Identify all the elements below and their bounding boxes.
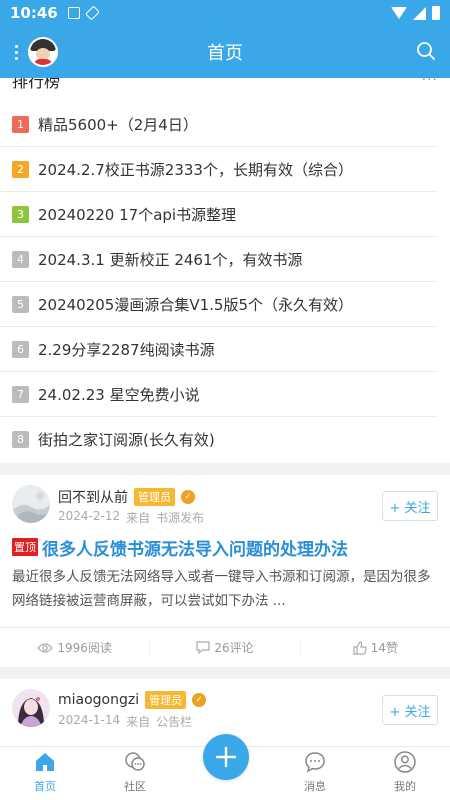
signal-icon <box>413 6 426 20</box>
rank-item[interactable]: 3 20240220 17个api书源整理 <box>0 192 438 237</box>
rank-title: 街拍之家订阅源(长久有效) <box>38 431 215 449</box>
rank-number: 1 <box>12 115 29 133</box>
rank-item[interactable]: 8 街拍之家订阅源(长久有效) <box>0 417 438 462</box>
feed-content[interactable]: 排行榜 ··· 1 精品5600+（2月4日） 2 2024.2.7校正书源23… <box>0 78 450 746</box>
rank-header: 排行榜 <box>12 78 61 91</box>
post-title[interactable]: 置顶 很多人反馈书源无法导入问题的处理办法 <box>0 533 450 561</box>
rank-number: 8 <box>12 431 29 448</box>
rank-item[interactable]: 1 精品5600+（2月4日） <box>0 102 438 147</box>
search-icon[interactable] <box>416 41 436 61</box>
section-divider <box>0 463 450 475</box>
post-title-text: 很多人反馈书源无法导入问题的处理办法 <box>42 539 348 560</box>
post-source-prefix: 来自 <box>126 511 151 525</box>
rank-title: 2024.2.7校正书源2333个，长期有效（综合） <box>38 160 353 179</box>
rank-title: 20240205漫画源合集V1.5版5个（永久有效） <box>38 295 354 314</box>
page-title: 首页 <box>207 43 243 64</box>
author-avatar[interactable] <box>12 689 50 727</box>
rank-more-icon[interactable]: ··· <box>422 78 438 88</box>
rank-number: 7 <box>12 385 29 403</box>
post-source-prefix: 来自 <box>126 715 151 729</box>
post-card[interactable]: 回不到从前 管理员 ✓ 2024-2-12 来自 书源发布 + 关注 置顶 很多… <box>0 475 450 667</box>
rank-title: 24.02.23 星空免费小说 <box>38 385 200 404</box>
rank-number: 6 <box>12 340 29 358</box>
rank-item[interactable]: 7 24.02.23 星空免费小说 <box>0 372 438 417</box>
follow-button[interactable]: + 关注 <box>382 695 438 725</box>
post-actions: 1996阅读 26评论 14赞 <box>0 627 450 667</box>
rank-title: 精品5600+（2月4日） <box>38 115 198 134</box>
author-name[interactable]: 回不到从前 <box>58 487 128 507</box>
rank-title: 20240220 17个api书源整理 <box>38 205 237 224</box>
comment-button[interactable]: 26评论 <box>150 639 299 656</box>
profile-icon <box>394 751 416 773</box>
rank-number: 4 <box>12 250 29 268</box>
tab-community[interactable]: 社区 <box>90 747 180 800</box>
rank-item[interactable]: 4 2024.3.1 更新校正 2461个，有效书源 <box>0 237 438 282</box>
post-excerpt[interactable]: 最近很多人反馈无法网络导入或者一键导入书源和订阅源，是因为很多网络链接被运营商屏… <box>0 561 450 617</box>
battery-icon <box>432 6 440 20</box>
author-avatar[interactable] <box>12 485 50 523</box>
section-divider <box>0 667 450 679</box>
admin-badge: 管理员 <box>134 488 175 506</box>
wifi-icon <box>391 7 407 19</box>
message-icon <box>305 752 325 773</box>
post-date: 2024-1-14 <box>58 713 121 727</box>
author-name[interactable]: miaogongzi <box>58 692 139 708</box>
verified-icon: ✓ <box>181 490 195 504</box>
plus-icon <box>215 746 237 768</box>
rank-title: 2024.3.1 更新校正 2461个，有效书源 <box>38 250 303 269</box>
notification-tag-icon <box>84 5 100 21</box>
rank-item[interactable]: 6 2.29分享2287纯阅读书源 <box>0 327 438 372</box>
follow-button[interactable]: + 关注 <box>382 491 438 521</box>
rank-number: 2 <box>12 160 29 178</box>
publish-button[interactable] <box>203 734 249 780</box>
eye-icon <box>37 642 54 653</box>
status-bar: 10:46 <box>0 0 450 26</box>
tab-profile[interactable]: 我的 <box>360 747 450 800</box>
rank-item[interactable]: 2 2024.2.7校正书源2333个，长期有效（综合） <box>0 147 438 192</box>
rank-title: 2.29分享2287纯阅读书源 <box>38 340 215 359</box>
admin-badge: 管理员 <box>145 691 187 709</box>
post-source[interactable]: 公告栏 <box>156 713 192 730</box>
pinned-badge: 置顶 <box>12 538 38 556</box>
tab-home[interactable]: 首页 <box>0 747 90 800</box>
rank-number: 5 <box>12 295 29 313</box>
like-button[interactable]: 14赞 <box>301 639 450 656</box>
verified-icon: ✓ <box>192 693 207 707</box>
comment-icon <box>196 641 210 654</box>
more-menu-icon[interactable] <box>8 44 24 60</box>
tab-messages[interactable]: 消息 <box>270 747 360 800</box>
rank-list: 1 精品5600+（2月4日） 2 2024.2.7校正书源2333个，长期有效… <box>0 102 450 462</box>
rank-item[interactable]: 5 20240205漫画源合集V1.5版5个（永久有效） <box>0 282 438 327</box>
rank-number: 3 <box>12 205 29 223</box>
post-source[interactable]: 书源发布 <box>156 509 204 526</box>
thumb-up-icon <box>353 640 367 655</box>
app-bar: 首页 <box>0 26 450 78</box>
status-time: 10:46 <box>10 4 58 22</box>
reads-count: 1996阅读 <box>0 639 149 656</box>
community-icon <box>125 752 145 771</box>
post-date: 2024-2-12 <box>58 509 121 523</box>
home-icon <box>36 753 54 771</box>
notification-icon <box>67 7 80 19</box>
user-avatar[interactable] <box>28 37 58 67</box>
